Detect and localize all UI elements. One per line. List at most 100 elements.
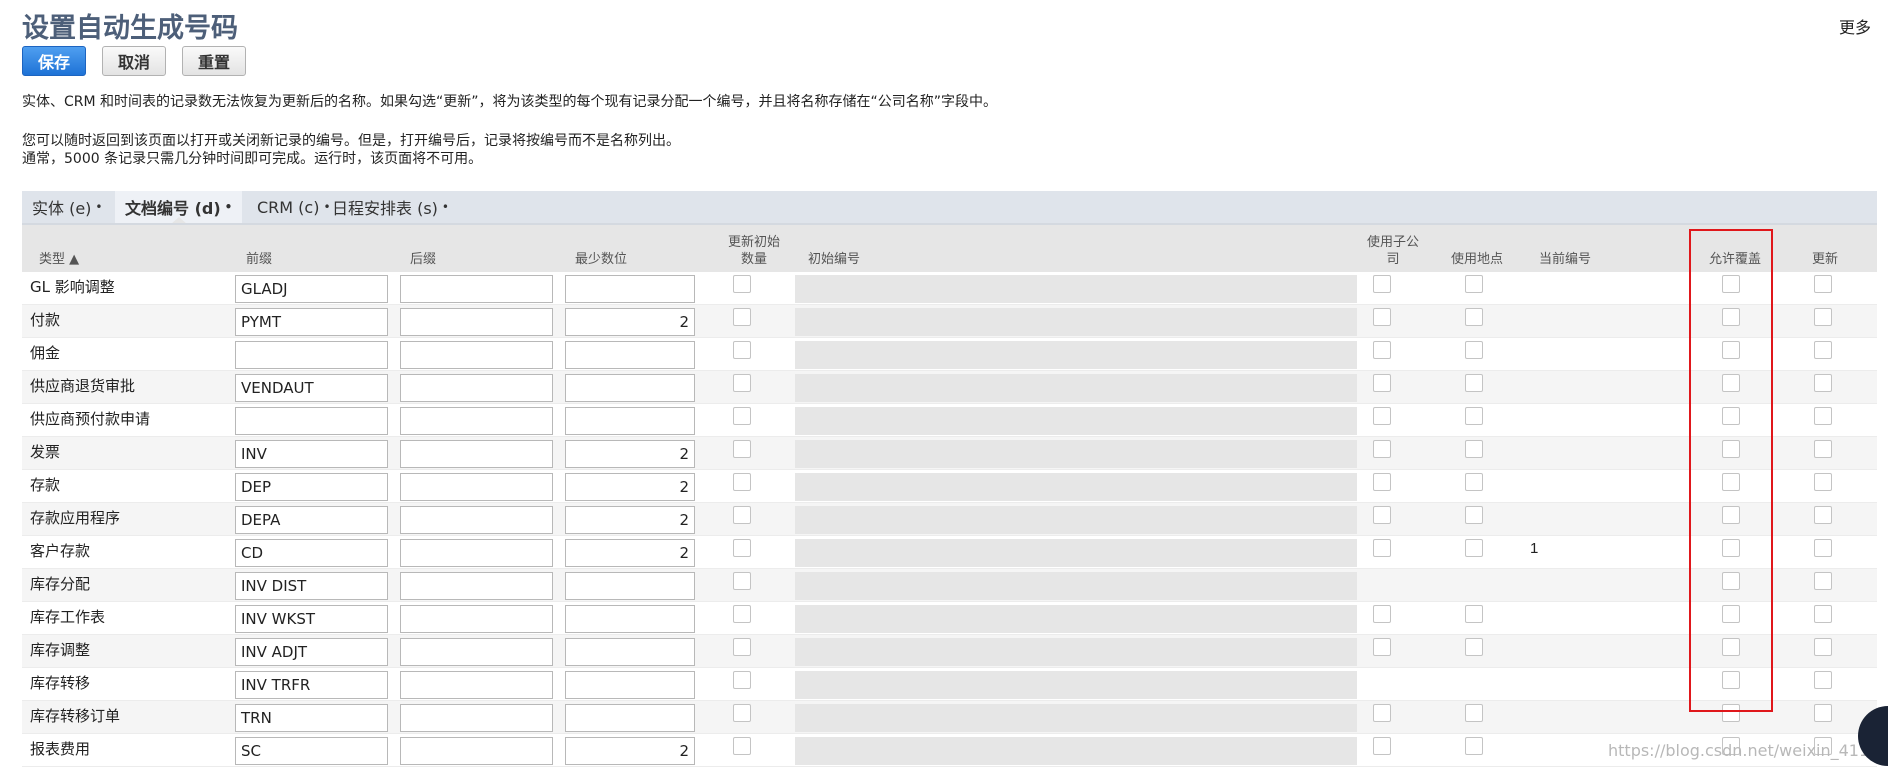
update-checkbox[interactable] bbox=[1814, 341, 1832, 359]
prefix-input[interactable]: INV bbox=[235, 440, 388, 468]
suffix-input[interactable] bbox=[400, 737, 553, 765]
suffix-input[interactable] bbox=[400, 572, 553, 600]
use-location-checkbox[interactable] bbox=[1465, 440, 1483, 458]
update-checkbox[interactable] bbox=[1814, 308, 1832, 326]
tab-schedule[interactable]: 日程安排表 (s) • bbox=[322, 191, 459, 223]
min-digits-input[interactable]: 2 bbox=[565, 473, 695, 501]
use-location-checkbox[interactable] bbox=[1465, 473, 1483, 491]
use-subsidiary-checkbox[interactable] bbox=[1373, 308, 1391, 326]
update-initial-checkbox[interactable] bbox=[733, 440, 751, 458]
use-subsidiary-checkbox[interactable] bbox=[1373, 473, 1391, 491]
min-digits-input[interactable] bbox=[565, 572, 695, 600]
use-location-checkbox[interactable] bbox=[1465, 308, 1483, 326]
use-location-checkbox[interactable] bbox=[1465, 341, 1483, 359]
suffix-input[interactable] bbox=[400, 275, 553, 303]
suffix-input[interactable] bbox=[400, 374, 553, 402]
update-initial-checkbox[interactable] bbox=[733, 341, 751, 359]
min-digits-input[interactable] bbox=[565, 374, 695, 402]
use-location-checkbox[interactable] bbox=[1465, 638, 1483, 656]
update-checkbox[interactable] bbox=[1814, 572, 1832, 590]
update-initial-checkbox[interactable] bbox=[733, 638, 751, 656]
use-subsidiary-checkbox[interactable] bbox=[1373, 341, 1391, 359]
prefix-input[interactable]: TRN bbox=[235, 704, 388, 732]
update-initial-checkbox[interactable] bbox=[733, 308, 751, 326]
prefix-input[interactable]: DEP bbox=[235, 473, 388, 501]
use-subsidiary-checkbox[interactable] bbox=[1373, 407, 1391, 425]
column-type[interactable]: 类型 ▲ bbox=[39, 251, 79, 268]
update-checkbox[interactable] bbox=[1814, 275, 1832, 293]
suffix-input[interactable] bbox=[400, 308, 553, 336]
update-checkbox[interactable] bbox=[1814, 506, 1832, 524]
suffix-input[interactable] bbox=[400, 341, 553, 369]
update-initial-checkbox[interactable] bbox=[733, 374, 751, 392]
use-subsidiary-checkbox[interactable] bbox=[1373, 275, 1391, 293]
save-button[interactable]: 保存 bbox=[22, 46, 87, 76]
suffix-input[interactable] bbox=[400, 407, 553, 435]
update-initial-checkbox[interactable] bbox=[733, 275, 751, 293]
update-checkbox[interactable] bbox=[1814, 539, 1832, 557]
min-digits-input[interactable]: 2 bbox=[565, 539, 695, 567]
update-initial-checkbox[interactable] bbox=[733, 737, 751, 755]
use-location-checkbox[interactable] bbox=[1465, 374, 1483, 392]
min-digits-input[interactable] bbox=[565, 671, 695, 699]
min-digits-input[interactable] bbox=[565, 275, 695, 303]
update-checkbox[interactable] bbox=[1814, 638, 1832, 656]
suffix-input[interactable] bbox=[400, 539, 553, 567]
tab-document-numbers[interactable]: 文档编号 (d) • bbox=[115, 191, 243, 224]
min-digits-input[interactable] bbox=[565, 407, 695, 435]
use-subsidiary-checkbox[interactable] bbox=[1373, 605, 1391, 623]
min-digits-input[interactable]: 2 bbox=[565, 440, 695, 468]
prefix-input[interactable]: DEPA bbox=[235, 506, 388, 534]
update-initial-checkbox[interactable] bbox=[733, 407, 751, 425]
reset-button[interactable]: 重置 bbox=[182, 46, 247, 76]
update-checkbox[interactable] bbox=[1814, 473, 1832, 491]
min-digits-input[interactable] bbox=[565, 638, 695, 666]
min-digits-input[interactable] bbox=[565, 704, 695, 732]
use-location-checkbox[interactable] bbox=[1465, 407, 1483, 425]
use-subsidiary-checkbox[interactable] bbox=[1373, 737, 1391, 755]
update-initial-checkbox[interactable] bbox=[733, 671, 751, 689]
prefix-input[interactable]: INV TRFR bbox=[235, 671, 388, 699]
min-digits-input[interactable]: 2 bbox=[565, 737, 695, 765]
update-initial-checkbox[interactable] bbox=[733, 572, 751, 590]
prefix-input[interactable]: CD bbox=[235, 539, 388, 567]
update-initial-checkbox[interactable] bbox=[733, 473, 751, 491]
prefix-input[interactable] bbox=[235, 407, 388, 435]
prefix-input[interactable]: INV ADJT bbox=[235, 638, 388, 666]
prefix-input[interactable]: INV WKST bbox=[235, 605, 388, 633]
use-location-checkbox[interactable] bbox=[1465, 275, 1483, 293]
update-checkbox[interactable] bbox=[1814, 374, 1832, 392]
update-initial-checkbox[interactable] bbox=[733, 539, 751, 557]
suffix-input[interactable] bbox=[400, 704, 553, 732]
prefix-input[interactable]: SC bbox=[235, 737, 388, 765]
cancel-button[interactable]: 取消 bbox=[102, 46, 167, 76]
use-location-checkbox[interactable] bbox=[1465, 704, 1483, 722]
suffix-input[interactable] bbox=[400, 506, 553, 534]
min-digits-input[interactable] bbox=[565, 341, 695, 369]
min-digits-input[interactable] bbox=[565, 605, 695, 633]
suffix-input[interactable] bbox=[400, 473, 553, 501]
use-location-checkbox[interactable] bbox=[1465, 737, 1483, 755]
use-location-checkbox[interactable] bbox=[1465, 506, 1483, 524]
suffix-input[interactable] bbox=[400, 671, 553, 699]
update-checkbox[interactable] bbox=[1814, 671, 1832, 689]
use-subsidiary-checkbox[interactable] bbox=[1373, 638, 1391, 656]
update-checkbox[interactable] bbox=[1814, 440, 1832, 458]
update-checkbox[interactable] bbox=[1814, 704, 1832, 722]
suffix-input[interactable] bbox=[400, 638, 553, 666]
prefix-input[interactable]: GLADJ bbox=[235, 275, 388, 303]
prefix-input[interactable]: INV DIST bbox=[235, 572, 388, 600]
use-location-checkbox[interactable] bbox=[1465, 605, 1483, 623]
min-digits-input[interactable]: 2 bbox=[565, 506, 695, 534]
use-subsidiary-checkbox[interactable] bbox=[1373, 539, 1391, 557]
use-subsidiary-checkbox[interactable] bbox=[1373, 374, 1391, 392]
use-subsidiary-checkbox[interactable] bbox=[1373, 440, 1391, 458]
suffix-input[interactable] bbox=[400, 605, 553, 633]
update-checkbox[interactable] bbox=[1814, 407, 1832, 425]
update-checkbox[interactable] bbox=[1814, 605, 1832, 623]
update-initial-checkbox[interactable] bbox=[733, 506, 751, 524]
use-location-checkbox[interactable] bbox=[1465, 539, 1483, 557]
prefix-input[interactable]: VENDAUT bbox=[235, 374, 388, 402]
use-subsidiary-checkbox[interactable] bbox=[1373, 506, 1391, 524]
min-digits-input[interactable]: 2 bbox=[565, 308, 695, 336]
